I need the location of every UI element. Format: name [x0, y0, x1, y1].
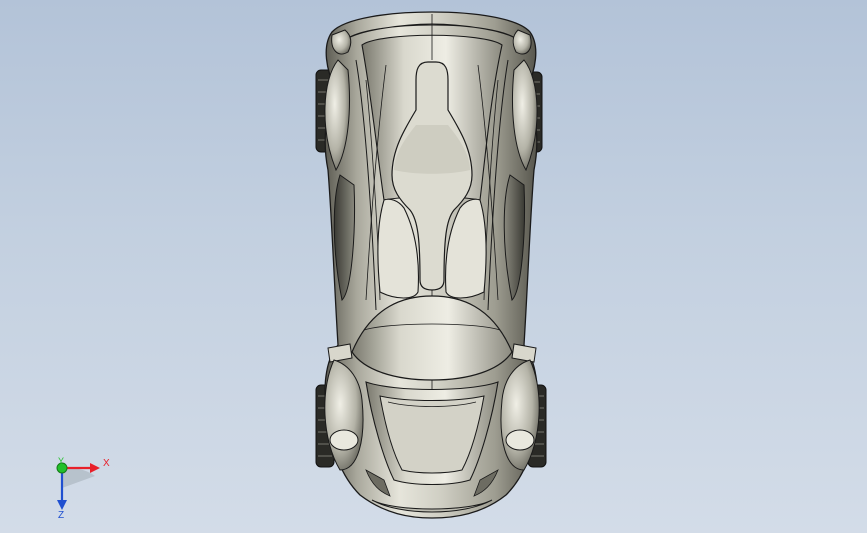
- headlight-left: [329, 429, 359, 451]
- graphics-viewport[interactable]: X Y Z: [0, 0, 867, 533]
- car-model-top-view[interactable]: [0, 0, 867, 533]
- z-axis-label: Z: [58, 510, 65, 521]
- y-axis-label: Y: [58, 456, 65, 466]
- headlight-right: [505, 429, 535, 451]
- axis-triad[interactable]: X Y Z: [40, 448, 120, 528]
- x-axis-label: X: [103, 458, 110, 469]
